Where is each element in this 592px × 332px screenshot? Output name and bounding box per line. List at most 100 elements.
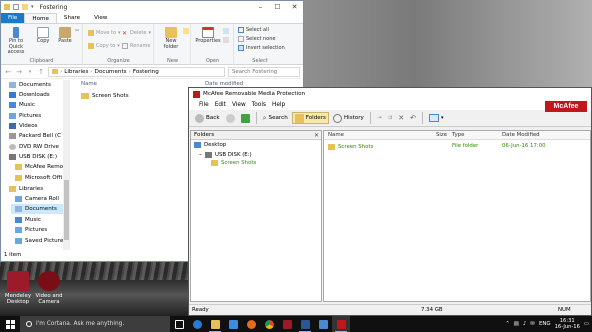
taskbar-edge[interactable] [188,316,206,332]
new-folder-button[interactable]: New folder [158,27,184,50]
nav-item-pictures[interactable]: Pictures [9,111,67,121]
nav-item-office[interactable]: Microsoft Offi [15,173,67,183]
paste-button[interactable]: Paste [55,27,75,45]
menu-edit[interactable]: Edit [215,102,226,108]
new-folder-icon[interactable] [22,4,28,10]
tree-item-screen-shots[interactable]: Screen Shots [211,160,256,166]
chevron-down-icon[interactable]: ▾ [31,4,34,10]
nav-item-dvd[interactable]: DVD RW Drive [9,142,67,152]
taskbar-mendeley[interactable] [278,316,296,332]
pin-quick-access-button[interactable]: Pin to Quick access [4,27,28,56]
breadcrumb-item[interactable]: Fostering [133,69,159,75]
close-icon[interactable]: ✕ [314,132,319,139]
tree-item-usb-disk[interactable]: – USB DISK (E:) [199,151,252,158]
forward-button[interactable] [224,112,237,124]
cortana-search-box[interactable]: I'm Cortana. Ask me anything. [20,316,170,332]
menu-file[interactable]: File [199,102,209,108]
taskbar-firefox[interactable] [242,316,260,332]
breadcrumb-item[interactable]: Documents [95,69,127,75]
properties-button[interactable]: Properties [194,27,222,45]
taskbar-photos[interactable] [314,316,332,332]
nav-item-videos[interactable]: Videos [9,121,67,131]
up-arrow-icon[interactable]: ↑ [37,68,45,76]
column-header-size[interactable]: Size [436,132,447,138]
task-view-button[interactable] [170,316,188,332]
copy-to-button[interactable]: Copy to ▾ [88,43,120,49]
delete-button[interactable]: ✕ Delete ▾ [122,30,151,37]
scrollbar-thumb[interactable] [64,180,69,240]
copy-to-button[interactable]: ⇉ [386,112,395,124]
nav-item-downloads[interactable]: Downloads [9,90,67,100]
minimize-button[interactable]: – [252,1,269,13]
start-button[interactable] [0,316,20,332]
collapse-icon[interactable]: – [199,151,202,158]
rename-button[interactable]: Rename [122,43,151,49]
column-header-name[interactable]: Name [328,132,344,138]
properties-icon[interactable] [13,4,19,10]
taskbar-word[interactable] [296,316,314,332]
select-all-button[interactable]: Select all [238,27,269,33]
nav-item-pictures-library[interactable]: Pictures [15,225,67,235]
column-header-type[interactable]: Type [452,132,464,138]
taskbar-file-explorer[interactable] [206,316,224,332]
folders-button[interactable]: Folders [291,112,329,124]
volume-icon[interactable]: ♪ [523,321,526,327]
nav-scrollbar[interactable] [63,80,70,250]
move-to-button[interactable]: ⇥ [375,112,384,124]
nav-item-music-library[interactable]: Music [15,215,67,225]
table-row[interactable]: Screen Shots [328,143,373,151]
views-button[interactable]: ▾ [427,112,446,124]
file-row[interactable]: Screen Shots [81,93,129,99]
undo-button[interactable]: ↶ [408,112,418,124]
move-to-button[interactable]: Move to ▾ [88,30,121,36]
breadcrumb-item[interactable]: Libraries [64,69,88,75]
tab-view[interactable]: View [87,13,114,23]
nav-item-documents[interactable]: Documents [9,80,67,90]
maximize-button[interactable]: ☐ [269,1,286,13]
menu-tools[interactable]: Tools [252,102,266,108]
nav-item-camera-roll[interactable]: Camera Roll [15,194,67,204]
cut-icon[interactable]: ✂ [75,28,81,34]
nav-item-libraries[interactable]: Libraries [9,184,67,194]
select-none-button[interactable]: Select none [238,36,276,42]
open-icon[interactable] [223,28,229,34]
back-button[interactable]: Back [193,112,222,124]
nav-item-saved-pictures[interactable]: Saved Pictures [15,236,67,246]
tab-share[interactable]: Share [57,13,87,23]
menu-view[interactable]: View [232,102,246,108]
taskbar-store[interactable] [224,316,242,332]
invert-selection-button[interactable]: Invert selection [238,45,285,51]
back-arrow-icon[interactable]: ← [4,68,12,76]
column-header-date-modified[interactable]: Date Modified [502,132,540,138]
nav-item-music[interactable]: Music [9,100,67,110]
tab-file[interactable]: File [1,13,25,23]
tab-home[interactable]: Home [24,13,57,23]
copy-button[interactable]: Copy [33,27,53,45]
nav-item-drive-c[interactable]: Packard Bell (C [9,131,67,141]
taskbar-mcafee[interactable] [332,316,350,332]
forward-arrow-icon[interactable]: → [15,68,23,76]
tree-item-desktop[interactable]: Desktop [194,142,226,148]
nav-item-mcafee[interactable]: McAfee Remo [15,162,67,172]
taskbar-chrome[interactable] [260,316,278,332]
desktop-icon-video-camera[interactable]: Video and Camera [31,271,67,305]
search-input[interactable]: Search Fostering [228,66,300,77]
search-button[interactable]: ⌕ Search [261,112,290,124]
nav-item-usb[interactable]: USB DISK (E:) [9,152,67,162]
clock[interactable]: 16:31 16-Jun-16 [555,318,580,330]
notifications-icon[interactable]: ▭ [584,321,589,327]
up-folder-button[interactable] [239,112,252,124]
history-button[interactable]: History [331,112,366,124]
chevron-up-icon[interactable]: ⌃ [505,321,510,327]
network-icon[interactable]: ▤ [514,321,519,327]
delete-button[interactable]: ✕ [396,112,406,124]
message-icon[interactable]: ✉ [530,321,535,327]
close-button[interactable]: ✕ [286,1,303,13]
edit-icon[interactable] [223,37,229,43]
chevron-down-icon[interactable]: ▾ [26,69,34,75]
column-header-name[interactable]: Name [81,81,97,87]
breadcrumb[interactable]: › Libraries › Documents › Fostering [48,66,225,77]
nav-item-documents-library[interactable]: Documents [11,204,67,214]
new-item-icon[interactable] [183,28,189,34]
language-indicator[interactable]: ENG [539,321,551,327]
